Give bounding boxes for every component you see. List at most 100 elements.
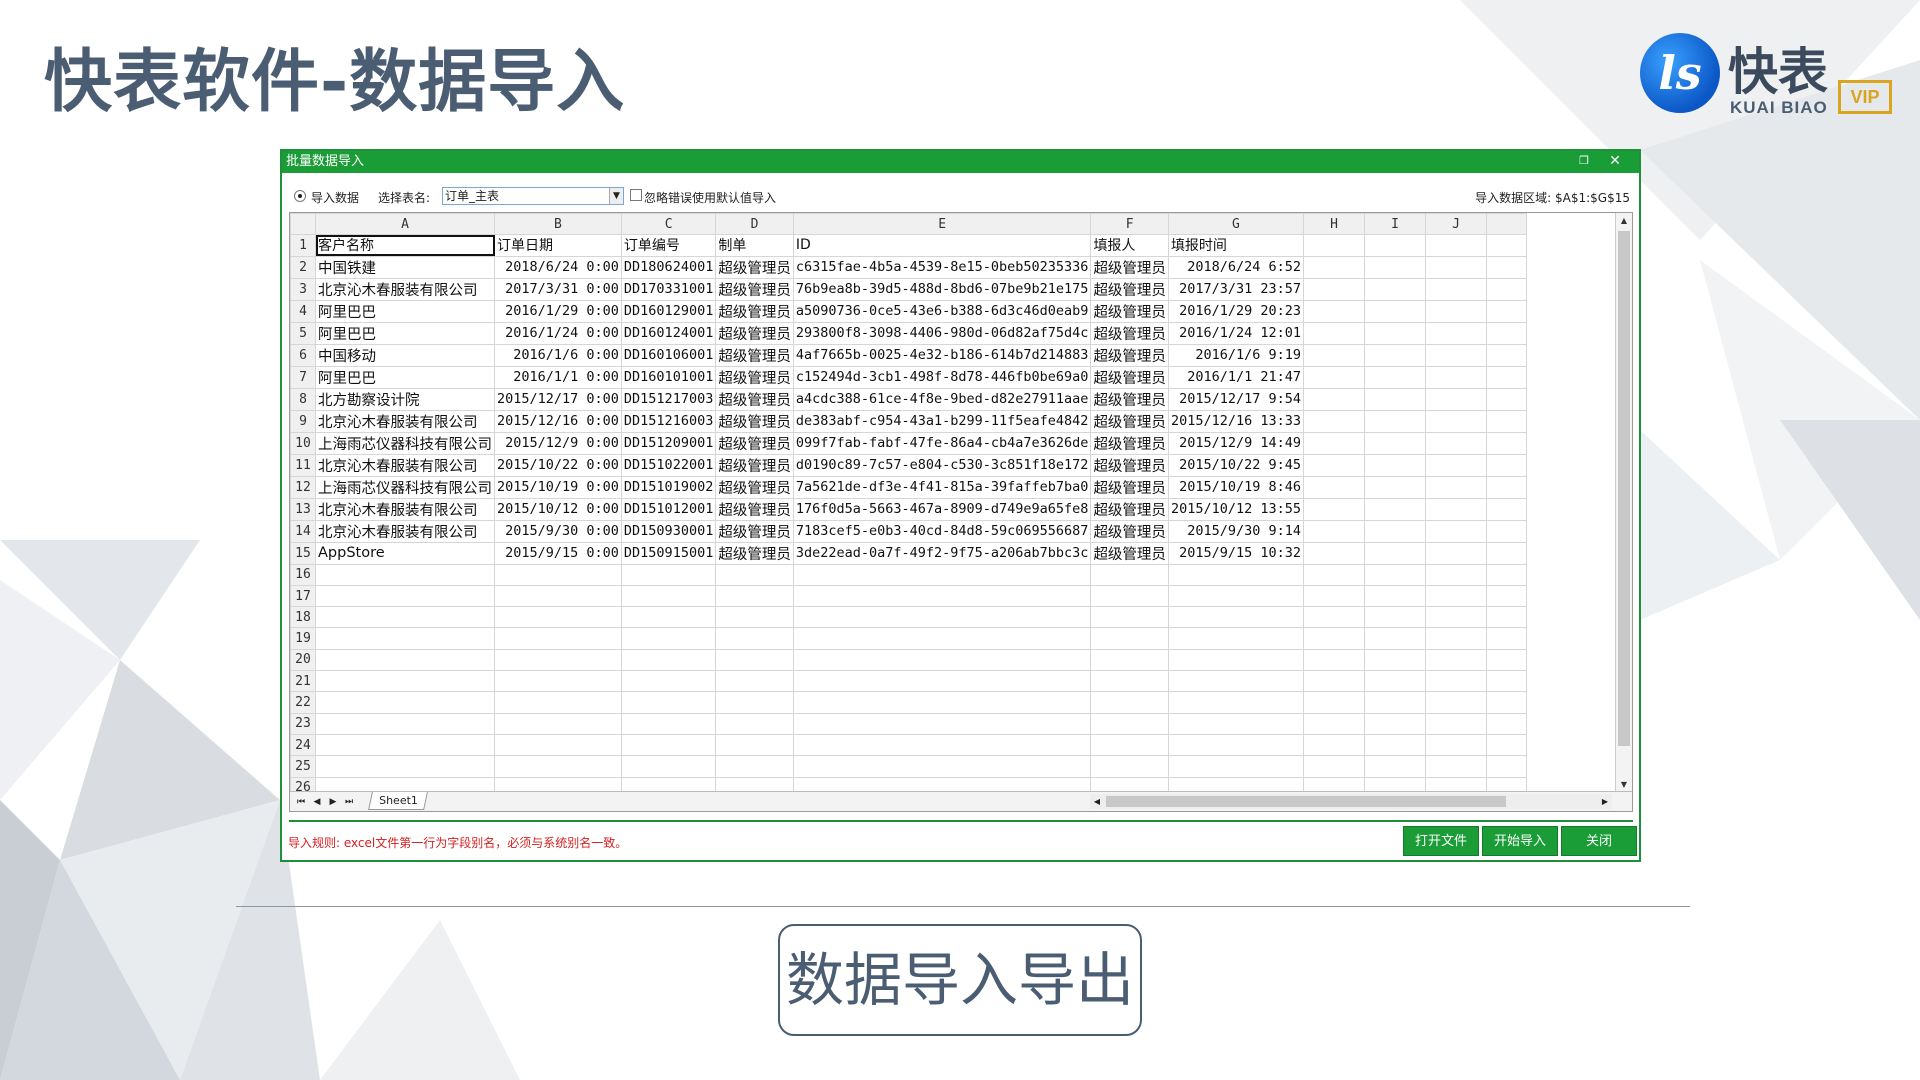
grid-cell[interactable]: 超级管理员 — [715, 475, 794, 499]
grid-cell[interactable] — [1485, 733, 1527, 757]
grid-cell[interactable] — [1424, 627, 1487, 650]
grid-cell[interactable] — [715, 563, 794, 586]
grid-cell[interactable] — [494, 648, 622, 672]
ignore-errors-checkbox[interactable] — [630, 189, 642, 201]
grid-cell[interactable] — [1424, 497, 1487, 521]
grid-cell[interactable]: 2015/12/16 0:00 — [494, 409, 622, 433]
restore-icon[interactable]: ❐ — [1577, 154, 1591, 168]
grid-cell[interactable] — [1363, 563, 1426, 586]
grid-cell[interactable] — [1485, 475, 1527, 499]
grid-cell[interactable] — [1363, 606, 1426, 629]
grid-cell[interactable]: 中国移动 — [315, 343, 495, 367]
grid-cell[interactable] — [1302, 648, 1365, 672]
grid-cell[interactable] — [715, 712, 794, 735]
column-header[interactable]: B — [494, 213, 622, 236]
grid-cell[interactable]: 超级管理员 — [1090, 475, 1169, 499]
table-select-dropdown[interactable]: 订单_主表 ▼ — [442, 187, 624, 205]
row-header[interactable]: 6 — [290, 343, 316, 367]
grid-cell[interactable]: 超级管理员 — [715, 299, 794, 323]
grid-cell[interactable]: a4cdc388-61ce-4f8e-9bed-d82e27911aae — [792, 387, 1092, 411]
grid-cell[interactable] — [715, 584, 794, 608]
grid-cell[interactable]: 填报人 — [1090, 234, 1169, 257]
row-header[interactable]: 20 — [290, 648, 316, 672]
grid-cell[interactable]: 超级管理员 — [1090, 321, 1169, 345]
grid-cell[interactable]: 2015/9/15 0:00 — [494, 541, 622, 565]
grid-cell[interactable] — [1363, 733, 1426, 757]
column-header[interactable]: A — [315, 213, 495, 236]
row-header[interactable]: 18 — [290, 606, 316, 629]
row-header[interactable]: 3 — [290, 277, 316, 301]
scroll-left-icon[interactable]: ◀ — [1090, 794, 1104, 809]
last-sheet-icon[interactable]: ⏭ — [342, 795, 356, 809]
grid-cell[interactable] — [1302, 321, 1365, 345]
grid-cell[interactable] — [792, 606, 1092, 629]
grid-cell[interactable] — [1167, 606, 1304, 629]
grid-cell[interactable]: 订单日期 — [494, 234, 622, 257]
grid-cell[interactable] — [1485, 365, 1527, 389]
grid-cell[interactable] — [1167, 691, 1304, 714]
grid-cell[interactable]: c6315fae-4b5a-4539-8e15-0beb50235336 — [792, 255, 1092, 279]
grid-cell[interactable] — [1485, 712, 1527, 735]
close-icon[interactable]: ✕ — [1607, 153, 1623, 169]
grid-cell[interactable] — [1167, 563, 1304, 586]
grid-cell[interactable] — [792, 627, 1092, 650]
column-header[interactable]: G — [1167, 213, 1304, 236]
column-header[interactable] — [1485, 213, 1527, 236]
grid-cell[interactable] — [1424, 431, 1487, 455]
row-header[interactable]: 11 — [290, 453, 316, 477]
grid-cell[interactable] — [1302, 519, 1365, 543]
grid-cell[interactable]: 2016/1/6 9:19 — [1167, 343, 1304, 367]
grid-cell[interactable] — [1167, 648, 1304, 672]
grid-cell[interactable] — [1424, 670, 1487, 693]
grid-cell[interactable] — [1363, 431, 1426, 455]
column-header[interactable]: E — [792, 213, 1092, 236]
corner-cell[interactable] — [290, 213, 316, 236]
grid-cell[interactable] — [1302, 670, 1365, 693]
grid-cell[interactable]: 填报时间 — [1167, 234, 1304, 257]
grid-cell[interactable] — [1363, 343, 1426, 367]
grid-cell[interactable]: 超级管理员 — [1090, 299, 1169, 323]
grid-cell[interactable] — [620, 627, 717, 650]
grid-cell[interactable] — [1424, 712, 1487, 735]
start-import-button[interactable]: 开始导入 — [1482, 826, 1558, 856]
grid-cell[interactable]: 2015/10/12 13:55 — [1167, 497, 1304, 521]
grid-cell[interactable] — [1485, 606, 1527, 629]
grid-cell[interactable] — [1090, 627, 1169, 650]
grid-cell[interactable] — [1167, 670, 1304, 693]
grid-cell[interactable] — [1090, 606, 1169, 629]
row-header[interactable]: 12 — [290, 475, 316, 499]
grid-cell[interactable]: 2016/1/1 21:47 — [1167, 365, 1304, 389]
grid-cell[interactable] — [1302, 299, 1365, 323]
grid-cell[interactable] — [1090, 733, 1169, 757]
grid-cell[interactable] — [1485, 431, 1527, 455]
grid-cell[interactable] — [1167, 733, 1304, 757]
grid-cell[interactable]: 2015/12/17 0:00 — [494, 387, 622, 411]
column-header[interactable]: C — [620, 213, 717, 236]
grid-cell[interactable]: 2015/12/16 13:33 — [1167, 409, 1304, 433]
grid-cell[interactable]: 超级管理员 — [1090, 519, 1169, 543]
grid-cell[interactable] — [494, 627, 622, 650]
grid-cell[interactable] — [315, 563, 495, 586]
grid-cell[interactable]: 超级管理员 — [1090, 431, 1169, 455]
grid-cell[interactable] — [620, 755, 717, 778]
grid-cell[interactable] — [1485, 234, 1527, 257]
grid-cell[interactable] — [1363, 584, 1426, 608]
row-header[interactable]: 14 — [290, 519, 316, 543]
grid-cell[interactable]: 2015/9/30 0:00 — [494, 519, 622, 543]
grid-cell[interactable]: 2017/3/31 23:57 — [1167, 277, 1304, 301]
grid-cell[interactable] — [1302, 343, 1365, 367]
grid-cell[interactable]: 超级管理员 — [1090, 277, 1169, 301]
grid-cell[interactable] — [1363, 255, 1426, 279]
grid-cell[interactable] — [1302, 255, 1365, 279]
grid-cell[interactable] — [1424, 519, 1487, 543]
grid-cell[interactable] — [1485, 255, 1527, 279]
grid-cell[interactable] — [1424, 541, 1487, 565]
grid-cell[interactable]: DD151217003 — [620, 387, 717, 411]
row-header[interactable]: 21 — [290, 670, 316, 693]
grid-cell[interactable] — [1485, 627, 1527, 650]
grid-cell[interactable] — [715, 627, 794, 650]
grid-cell[interactable] — [620, 733, 717, 757]
row-header[interactable]: 24 — [290, 733, 316, 757]
grid-cell[interactable]: 超级管理员 — [715, 255, 794, 279]
grid-cell[interactable] — [620, 691, 717, 714]
